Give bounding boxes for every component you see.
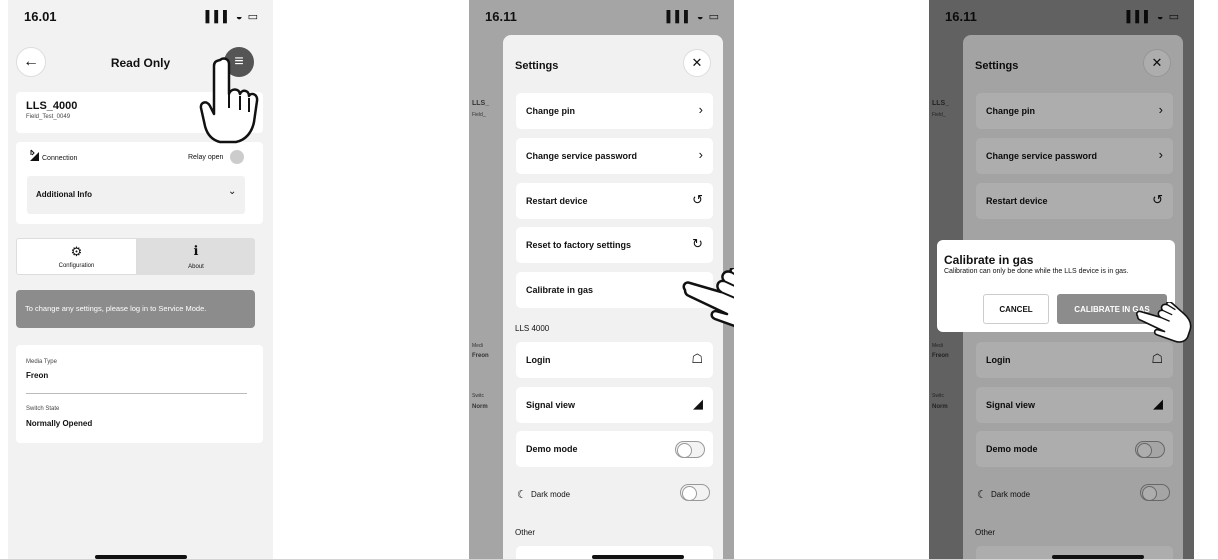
phone-screen-calibrate-dialog: 16.11 ▌▌▌ ◒ ▭ LLS_ Field_ Medi Freon Swi…: [929, 0, 1194, 559]
settings-row-reset-factory[interactable]: Reset to factory settings ↻: [516, 227, 713, 263]
switch-state-label: Switch State: [26, 406, 60, 412]
bluetooth-signal-icon: [30, 149, 39, 161]
row-label: Signal view: [526, 400, 576, 410]
status-time: 16.11: [485, 8, 517, 24]
additional-info-label: Additional Info: [36, 190, 92, 199]
connection-label: Connection: [42, 155, 78, 162]
tap-hand-icon: [682, 268, 734, 328]
device-id: Field_Test_0049: [26, 114, 71, 120]
signal-icon: ◢: [693, 396, 703, 411]
background-text: Norm: [472, 404, 488, 410]
phone-screen-read-only: 16.01 ▌▌▌ ◒ ▭ ← Read Only ≡ LLS_4000 Fie…: [8, 0, 273, 559]
reset-icon: ↻: [692, 236, 703, 251]
dark-mode-label: Dark mode: [531, 490, 571, 499]
row-label: Restart device: [526, 196, 588, 206]
section-label-lls: LLS 4000: [515, 324, 550, 333]
row-label: Change pin: [526, 106, 575, 116]
status-time: 16.01: [24, 8, 57, 24]
status-icons: ▌▌▌ ◒ ▭: [205, 10, 259, 23]
relay-status-label: Relay open: [188, 154, 224, 161]
row-label: Demo mode: [526, 444, 578, 454]
divider: [26, 393, 247, 394]
row-label: Calibrate in gas: [526, 285, 594, 295]
media-type-value: Freon: [26, 371, 49, 380]
tap-hand-icon: [1136, 302, 1192, 343]
tab-about-label: About: [188, 264, 204, 270]
restart-icon: ↺: [692, 192, 703, 207]
row-label: Login: [526, 355, 551, 365]
chevron-right-icon: ›: [698, 102, 703, 117]
tab-configuration[interactable]: ⚙ Configuration: [16, 238, 137, 275]
settings-row-demo-mode: Demo mode: [516, 431, 713, 467]
close-button[interactable]: ✕: [683, 49, 711, 77]
relay-indicator: [230, 150, 244, 164]
info-icon: ℹ: [193, 243, 199, 258]
media-type-label: Media Type: [26, 359, 57, 365]
cancel-button[interactable]: CANCEL: [983, 294, 1049, 324]
close-icon: ✕: [691, 55, 703, 70]
status-bar: 16.01 ▌▌▌ ◒ ▭: [8, 0, 273, 32]
device-name: LLS_4000: [26, 100, 78, 112]
status-icons: ▌▌▌ ◒ ▭: [666, 10, 720, 23]
dialog-body: Calibration can only be done while the L…: [944, 268, 1129, 275]
lock-icon: ☖: [691, 351, 703, 366]
gear-icon: ⚙: [70, 244, 83, 259]
background-text: Switc: [472, 393, 484, 399]
row-label: Reset to factory settings: [526, 240, 632, 250]
moon-icon: ☾: [517, 489, 527, 501]
chevron-down-icon: ⌄: [228, 186, 237, 197]
settings-row-login[interactable]: Login ☖: [516, 342, 713, 378]
settings-row-change-pin[interactable]: Change pin ›: [516, 93, 713, 129]
demo-mode-toggle[interactable]: [675, 441, 705, 458]
settings-row-signal-view[interactable]: Signal view ◢: [516, 387, 713, 423]
status-bar: 16.11 ▌▌▌ ◒ ▭: [469, 0, 734, 32]
home-indicator: [94, 555, 187, 559]
dialog-title: Calibrate in gas: [944, 253, 1034, 267]
row-label: Change service password: [526, 151, 638, 161]
tab-configuration-label: Configuration: [58, 263, 95, 269]
background-text: Medi: [472, 343, 483, 349]
chevron-right-icon: ›: [698, 147, 703, 162]
phone-screen-settings: 16.11 ▌▌▌ ◒ ▭ LLS_ Field_ Medi Freon Swi…: [469, 0, 734, 559]
switch-state-value: Normally Opened: [26, 419, 93, 428]
tab-about[interactable]: ℹ About: [137, 238, 255, 275]
home-indicator: [1052, 555, 1144, 559]
background-text: Field_: [472, 112, 486, 118]
background-text: LLS_: [472, 100, 490, 107]
service-mode-notice: To change any settings, please log in to…: [16, 290, 255, 328]
background-text: Freon: [472, 353, 489, 359]
sheet-title: Settings: [515, 60, 559, 72]
home-indicator: [592, 555, 684, 559]
tap-hand-icon: [199, 57, 259, 144]
settings-row-change-service-password[interactable]: Change service password ›: [516, 138, 713, 174]
dark-mode-toggle[interactable]: [680, 484, 710, 501]
section-label-other: Other: [515, 528, 536, 537]
settings-row-restart-device[interactable]: Restart device ↺: [516, 183, 713, 219]
